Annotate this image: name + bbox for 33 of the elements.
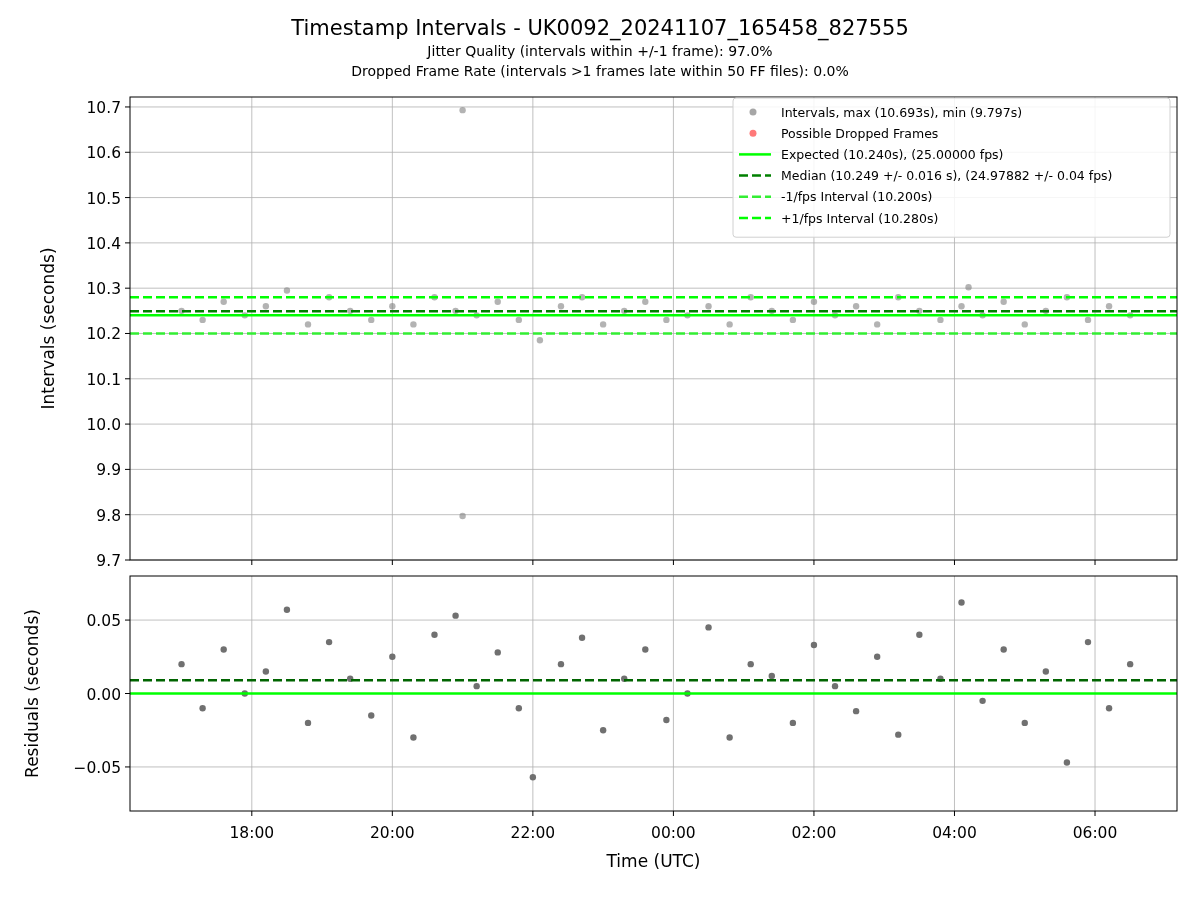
axis-tick-label: −0.05 — [73, 758, 121, 777]
axis-tick-label: 10.7 — [86, 98, 121, 117]
y-axis-label: Residuals (seconds) — [22, 609, 42, 778]
axis-tick-label: 00:00 — [651, 824, 696, 842]
legend-label: +1/fps Interval (10.280s) — [781, 210, 939, 226]
y-axis-label: Intervals (seconds) — [38, 247, 58, 410]
axis-tick-label: 06:00 — [1072, 824, 1118, 842]
axis-tick-label: 10.5 — [86, 189, 121, 208]
axis-tick-label: 04:00 — [932, 824, 977, 842]
axis-tick-label: 22:00 — [510, 824, 556, 842]
legend-label: Median (10.249 +/- 0.016 s), (24.97882 +/- 0.04 fps) — [781, 168, 1113, 184]
legend-label: Intervals, max (10.693s), min (9.797s) — [781, 104, 1023, 120]
axis-tick-label: 10.3 — [86, 280, 121, 299]
chart-subtitle: Dropped Frame Rate (intervals >1 frames late within 50 FF files): 0.0% — [351, 62, 849, 81]
axis-tick-label: 02:00 — [791, 824, 837, 842]
axis-tick-label: 18:00 — [229, 824, 275, 842]
axis-tick-label: 9.7 — [96, 552, 121, 568]
legend-label: Expected (10.240s), (25.00000 fps) — [781, 146, 1004, 162]
axis-tick-label: 10.6 — [86, 144, 121, 163]
chart-subtitle: Jitter Quality (intervals within +/-1 frame): 97.0% — [427, 42, 773, 61]
axis-tick-label: 9.8 — [96, 506, 121, 525]
axis-tick-label: 20:00 — [370, 824, 415, 842]
x-axis-label: Time (UTC) — [606, 851, 701, 871]
axis-tick-label: 10.2 — [86, 325, 121, 344]
axis-tick-label: 9.9 — [96, 461, 121, 480]
chart-title: Timestamp Intervals - UK0092_20241107_165458_827555 — [291, 15, 909, 41]
axis-tick-label: 10.1 — [86, 370, 121, 389]
axis-tick-label: 0.00 — [86, 685, 121, 704]
axis-tick-label: 10.0 — [86, 416, 121, 435]
axis-tick-label: 10.4 — [86, 234, 121, 253]
axis-tick-label: 0.05 — [86, 612, 121, 631]
legend-label: -1/fps Interval (10.200s) — [781, 189, 933, 205]
legend-label: Possible Dropped Frames — [781, 125, 939, 141]
